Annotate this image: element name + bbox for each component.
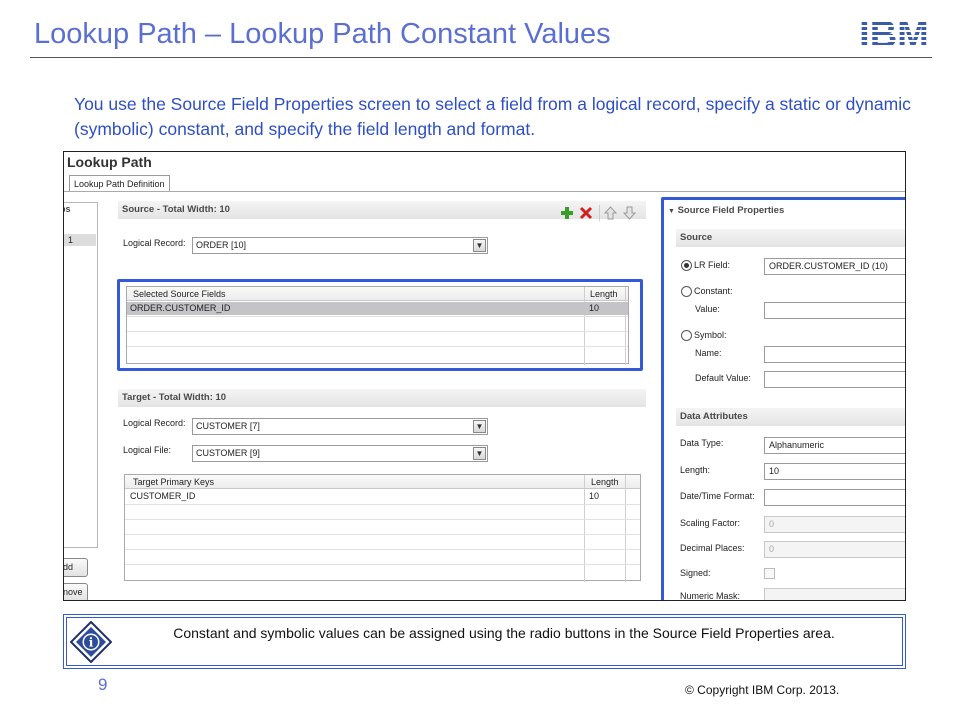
target-logical-record-value: CUSTOMER [7] [196,421,260,431]
remove-button[interactable]: nove [64,583,88,600]
lookup-path-screenshot: Lookup Path Lookup Path Definition ps 1 … [63,151,906,601]
signed-label: Signed: [680,568,711,578]
scaling-factor-label: Scaling Factor: [680,518,741,528]
numeric-mask-input[interactable] [764,588,905,600]
note-inner-border: i Constant and symbolic values can be as… [66,617,903,666]
intro-text: You use the Source Field Properties scre… [74,94,911,139]
constant-label: Constant: [694,286,733,296]
table-row[interactable]: CUSTOMER_ID 10 [125,490,640,503]
default-value-label: Default Value: [695,373,751,383]
note-text: Constant and symbolic values can be assi… [173,625,835,641]
path-list[interactable] [64,202,98,548]
move-up-icon[interactable] [604,206,617,220]
copyright-text: © Copyright IBM Corp. 2013. [685,683,840,697]
tab-divider [64,191,905,192]
target-logical-file-select[interactable]: CUSTOMER [9] ▼ [192,445,488,462]
grid-header: Target Primary Keys Length [125,475,640,489]
name-label: Name: [695,348,722,358]
column-header-key[interactable]: Target Primary Keys [133,475,214,489]
source-logical-record-label: Logical Record: [123,238,186,248]
svg-text:i: i [89,636,94,650]
symbol-name-input[interactable] [764,346,905,363]
symbol-radio[interactable] [681,330,692,341]
data-attributes-header: Data Attributes [676,408,905,426]
column-header-length[interactable]: Length [591,475,619,489]
target-primary-keys-grid: Target Primary Keys Length CUSTOMER_ID 1… [124,474,641,582]
scaling-factor-input[interactable]: 0 [764,516,905,533]
data-type-select[interactable]: Alphanumeric [764,437,905,454]
lr-field-label: LR Field: [694,260,731,270]
slide-title: Lookup Path – Lookup Path Constant Value… [34,18,611,50]
chevron-down-icon[interactable]: ▼ [473,420,486,433]
source-subsection-header: Source [676,229,905,247]
properties-header[interactable]: ▼ Source Field Properties [668,205,784,216]
column-header-length[interactable]: Length [590,287,618,301]
value-label: Value: [695,304,720,314]
source-logical-record-value: ORDER [10] [196,240,247,250]
source-logical-record-select[interactable]: ORDER [10] ▼ [192,237,488,254]
collapse-triangle-icon[interactable]: ▼ [668,208,675,215]
lr-field-radio[interactable] [681,260,692,271]
table-row[interactable]: ORDER.CUSTOMER_ID 10 [127,302,628,315]
lr-field-input[interactable]: ORDER.CUSTOMER_ID (10) [764,258,905,275]
target-logical-record-select[interactable]: CUSTOMER [7] ▼ [192,418,488,435]
chevron-down-icon[interactable]: ▼ [473,447,486,460]
ibm-logo: IBM [852,16,936,52]
data-type-label: Data Type: [680,438,724,448]
chevron-down-icon[interactable]: ▼ [473,239,486,252]
delete-icon[interactable] [579,206,593,220]
add-icon[interactable] [560,206,574,220]
note-box: i Constant and symbolic values can be as… [63,614,906,669]
target-logical-record-label: Logical Record: [123,418,186,428]
default-value-input[interactable] [764,371,905,388]
column-header-field[interactable]: Selected Source Fields [133,287,226,301]
target-length-cell: 10 [589,491,600,501]
target-logical-file-label: Logical File: [123,445,172,455]
datetime-format-label: Date/Time Format: [680,491,755,501]
constant-radio[interactable] [681,286,692,297]
editor-title: Lookup Path [67,154,152,170]
source-field-cell: ORDER.CUSTOMER_ID [130,303,231,313]
info-icon: i [70,621,112,663]
constant-value-input[interactable] [764,302,905,319]
signed-checkbox[interactable] [764,568,775,579]
symbol-label: Symbol: [694,330,727,340]
grid-header: Selected Source Fields Length [127,287,628,301]
datetime-format-select[interactable] [764,489,905,506]
target-key-cell: CUSTOMER_ID [130,491,196,501]
length-label: Length: [680,465,711,475]
target-logical-file-value: CUSTOMER [9] [196,448,260,458]
path-list-header: ps [64,204,71,214]
toolbar-divider [599,205,600,221]
decimal-places-input[interactable]: 0 [764,541,905,558]
page-number: 9 [98,675,108,694]
add-button[interactable]: dd [64,558,88,577]
tab-lookup-path-definition[interactable]: Lookup Path Definition [69,175,170,192]
numeric-mask-label: Numeric Mask: [680,591,741,601]
selected-source-fields-grid: Selected Source Fields Length ORDER.CUST… [126,286,629,365]
source-length-cell: 10 [589,303,600,313]
length-input[interactable]: 10 [764,463,905,480]
move-down-icon[interactable] [623,206,636,220]
title-divider [30,57,932,58]
list-item[interactable]: 1 [64,234,96,246]
decimal-places-label: Decimal Places: [680,543,745,553]
target-section-header: Target - Total Width: 10 [118,389,646,407]
